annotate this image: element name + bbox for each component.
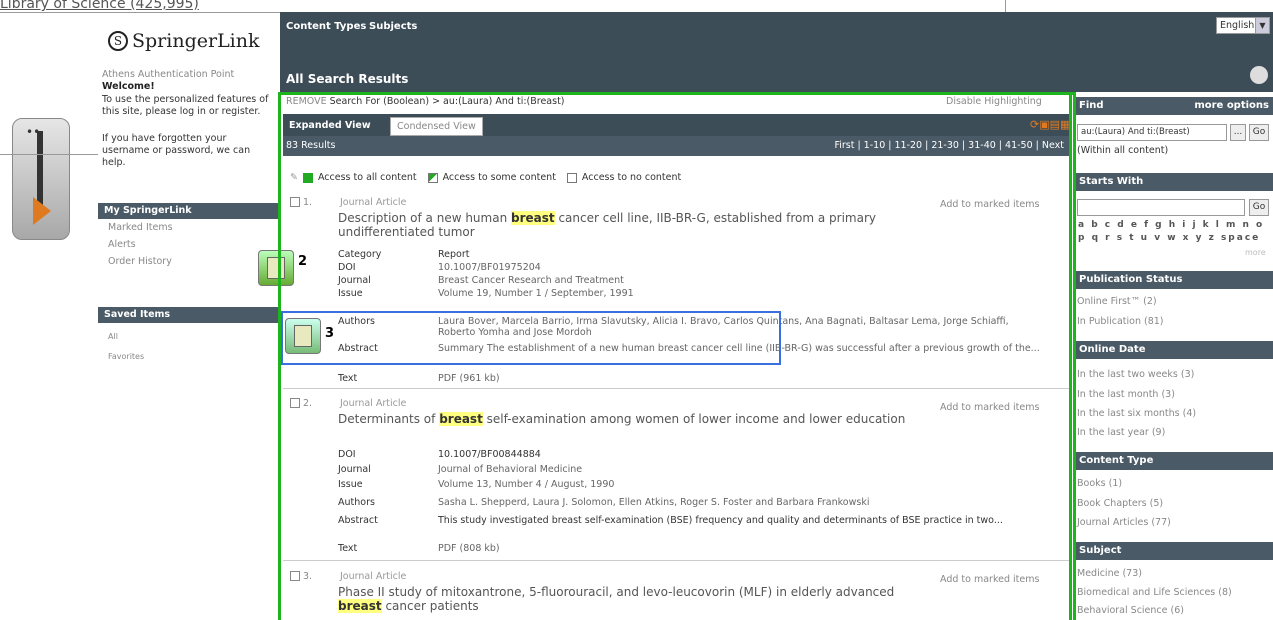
starts-with-heading: Starts With [1076, 173, 1273, 191]
sidebar-item-all[interactable]: All [108, 332, 118, 341]
nav-subjects[interactable]: Subjects [369, 21, 417, 32]
facet-item[interactable]: In the last month (3) [1077, 389, 1175, 400]
highlight-box-authors [281, 311, 781, 365]
top-nav: Content Types Subjects [280, 12, 1273, 40]
facet-item[interactable]: In the last two weeks (3) [1077, 369, 1194, 380]
facet-item[interactable]: Biomedical and Life Sciences (8) [1077, 587, 1232, 598]
brand-name: SpringerLink [132, 30, 260, 52]
library-link[interactable]: Library of Science (425,995) [0, 0, 199, 12]
athens-link[interactable]: Athens Authentication Point [102, 69, 276, 81]
find-go-button[interactable]: Go [1249, 124, 1269, 141]
cursor-arrow-icon: •• [12, 118, 70, 240]
sidebar-item-alerts[interactable]: Alerts [108, 239, 136, 250]
facet-item[interactable]: Books (1) [1077, 478, 1122, 489]
springer-horse-icon: S [108, 31, 128, 51]
divider [1005, 0, 1006, 12]
find-options-button[interactable]: ... [1230, 124, 1246, 141]
saved-items-heading: Saved Items [98, 307, 280, 323]
more-link[interactable]: more [1245, 248, 1266, 257]
alphabet-links[interactable]: p q r s t u v w x y z space [1078, 233, 1260, 243]
publication-status-heading: Publication Status [1076, 271, 1273, 289]
forgot-text: If you have forgotten your username or p… [102, 133, 251, 168]
within-text: (Within all content) [1077, 145, 1169, 156]
facet-item[interactable]: In Publication (81) [1077, 316, 1164, 327]
alphabet-links[interactable]: a b c d e f g h i j k l m n o [1078, 220, 1264, 230]
sidebar-item-marked[interactable]: Marked Items [108, 222, 173, 233]
highlight-box-divider [1069, 95, 1072, 620]
my-springerlink-heading: My SpringerLink [98, 203, 280, 219]
starts-with-input[interactable] [1077, 199, 1245, 216]
facet-item[interactable]: Online First™ (2) [1077, 296, 1157, 307]
language-value: English [1220, 20, 1255, 31]
sidebar-item-favorites[interactable]: Favorites [108, 352, 144, 361]
content-type-heading: Content Type [1076, 452, 1273, 470]
help-icon[interactable] [1250, 66, 1268, 84]
facet-item[interactable]: In the last year (9) [1077, 427, 1165, 438]
facet-item[interactable]: Medicine (73) [1077, 568, 1142, 579]
language-select[interactable]: English ▼ [1216, 17, 1270, 34]
sidebar-item-orders[interactable]: Order History [108, 256, 172, 267]
facet-item[interactable]: Behavioral Science (6) [1077, 605, 1184, 616]
more-options-link[interactable]: more options [1194, 100, 1269, 111]
facet-item[interactable]: In the last six months (4) [1077, 408, 1196, 419]
facet-item[interactable]: Book Chapters (5) [1077, 498, 1163, 509]
nav-content-types[interactable]: Content Types [286, 21, 366, 32]
starts-with-go-button[interactable]: Go [1249, 199, 1269, 216]
chevron-down-icon: ▼ [1255, 18, 1269, 33]
find-input[interactable]: au:(Laura) And ti:(Breast) [1077, 124, 1227, 141]
online-date-heading: Online Date [1076, 341, 1273, 359]
subject-heading: Subject [1076, 542, 1273, 560]
springerlink-logo[interactable]: S SpringerLink [108, 30, 260, 52]
welcome-heading: Welcome! [102, 81, 155, 92]
welcome-text: To use the personalized features of this… [102, 94, 269, 117]
page-title: All Search Results [286, 72, 409, 86]
find-heading: Find more options [1076, 97, 1273, 115]
facet-item[interactable]: Journal Articles (77) [1077, 517, 1171, 528]
title-bar: All Search Results [280, 40, 1273, 92]
divider [0, 154, 98, 155]
